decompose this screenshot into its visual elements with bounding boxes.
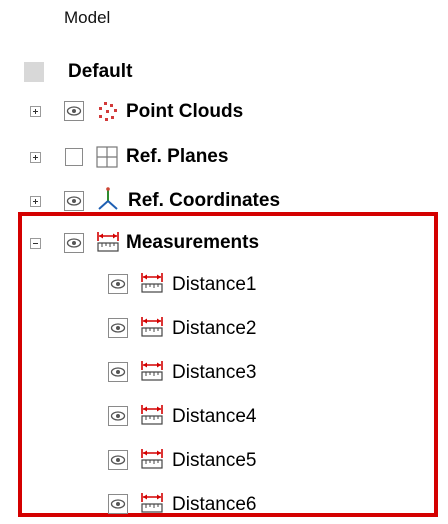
tree-item-label: Distance1: [172, 274, 257, 295]
tree-item-label: Ref. Coordinates: [128, 190, 281, 211]
tree-item-distance[interactable]: Distance3: [172, 354, 257, 392]
tree-item-label: Ref. Planes: [126, 146, 229, 167]
point-cloud-icon: [99, 102, 117, 121]
expand-point-clouds-toggle[interactable]: [30, 106, 41, 117]
visibility-checkbox[interactable]: [65, 148, 83, 166]
eye-icon[interactable]: [108, 406, 128, 426]
coordinate-axes-icon: [98, 187, 118, 210]
eye-icon[interactable]: [108, 494, 128, 514]
ruler-measure-icon: [141, 449, 163, 469]
tree-item-ref-planes[interactable]: Ref. Planes: [126, 138, 228, 176]
default-color-swatch[interactable]: [24, 62, 44, 82]
tree-item-distance[interactable]: Distance6: [172, 486, 257, 524]
tree-item-label: Default: [68, 61, 133, 82]
expand-ref-coordinates-toggle[interactable]: [30, 196, 41, 207]
tree-item-distance[interactable]: Distance4: [172, 398, 257, 436]
plane-grid-icon: [96, 146, 118, 168]
tree-item-point-clouds[interactable]: Point Clouds: [126, 93, 243, 131]
expand-ref-planes-toggle[interactable]: [30, 152, 41, 163]
ruler-measure-icon: [141, 273, 163, 293]
tree-item-distance[interactable]: Distance2: [172, 310, 257, 348]
tree-item-label: Distance2: [172, 318, 257, 339]
eye-icon[interactable]: [108, 274, 128, 294]
tree-item-label: Point Clouds: [126, 101, 244, 122]
panel-header: Model: [64, 8, 111, 27]
tree-item-default[interactable]: Default: [68, 53, 132, 91]
eye-icon[interactable]: [64, 101, 84, 121]
eye-icon[interactable]: [108, 318, 128, 338]
tree-item-label: Distance5: [172, 450, 257, 471]
ruler-measure-icon: [141, 361, 163, 381]
ruler-measure-icon: [141, 405, 163, 425]
tree-item-measurements[interactable]: Measurements: [126, 224, 259, 262]
ruler-measure-icon: [97, 232, 119, 252]
tree-item-label: Measurements: [126, 232, 260, 253]
tree-item-distance[interactable]: Distance1: [172, 266, 257, 304]
tree-item-distance[interactable]: Distance5: [172, 442, 257, 480]
eye-icon[interactable]: [108, 362, 128, 382]
ruler-measure-icon: [141, 317, 163, 337]
eye-icon[interactable]: [64, 191, 84, 211]
tree-item-label: Distance3: [172, 362, 257, 383]
tree-item-label: Distance6: [172, 494, 257, 515]
tree-item-label: Distance4: [172, 406, 257, 427]
ruler-measure-icon: [141, 493, 163, 513]
eye-icon[interactable]: [64, 233, 84, 253]
eye-icon[interactable]: [108, 450, 128, 470]
collapse-measurements-toggle[interactable]: [30, 238, 41, 249]
